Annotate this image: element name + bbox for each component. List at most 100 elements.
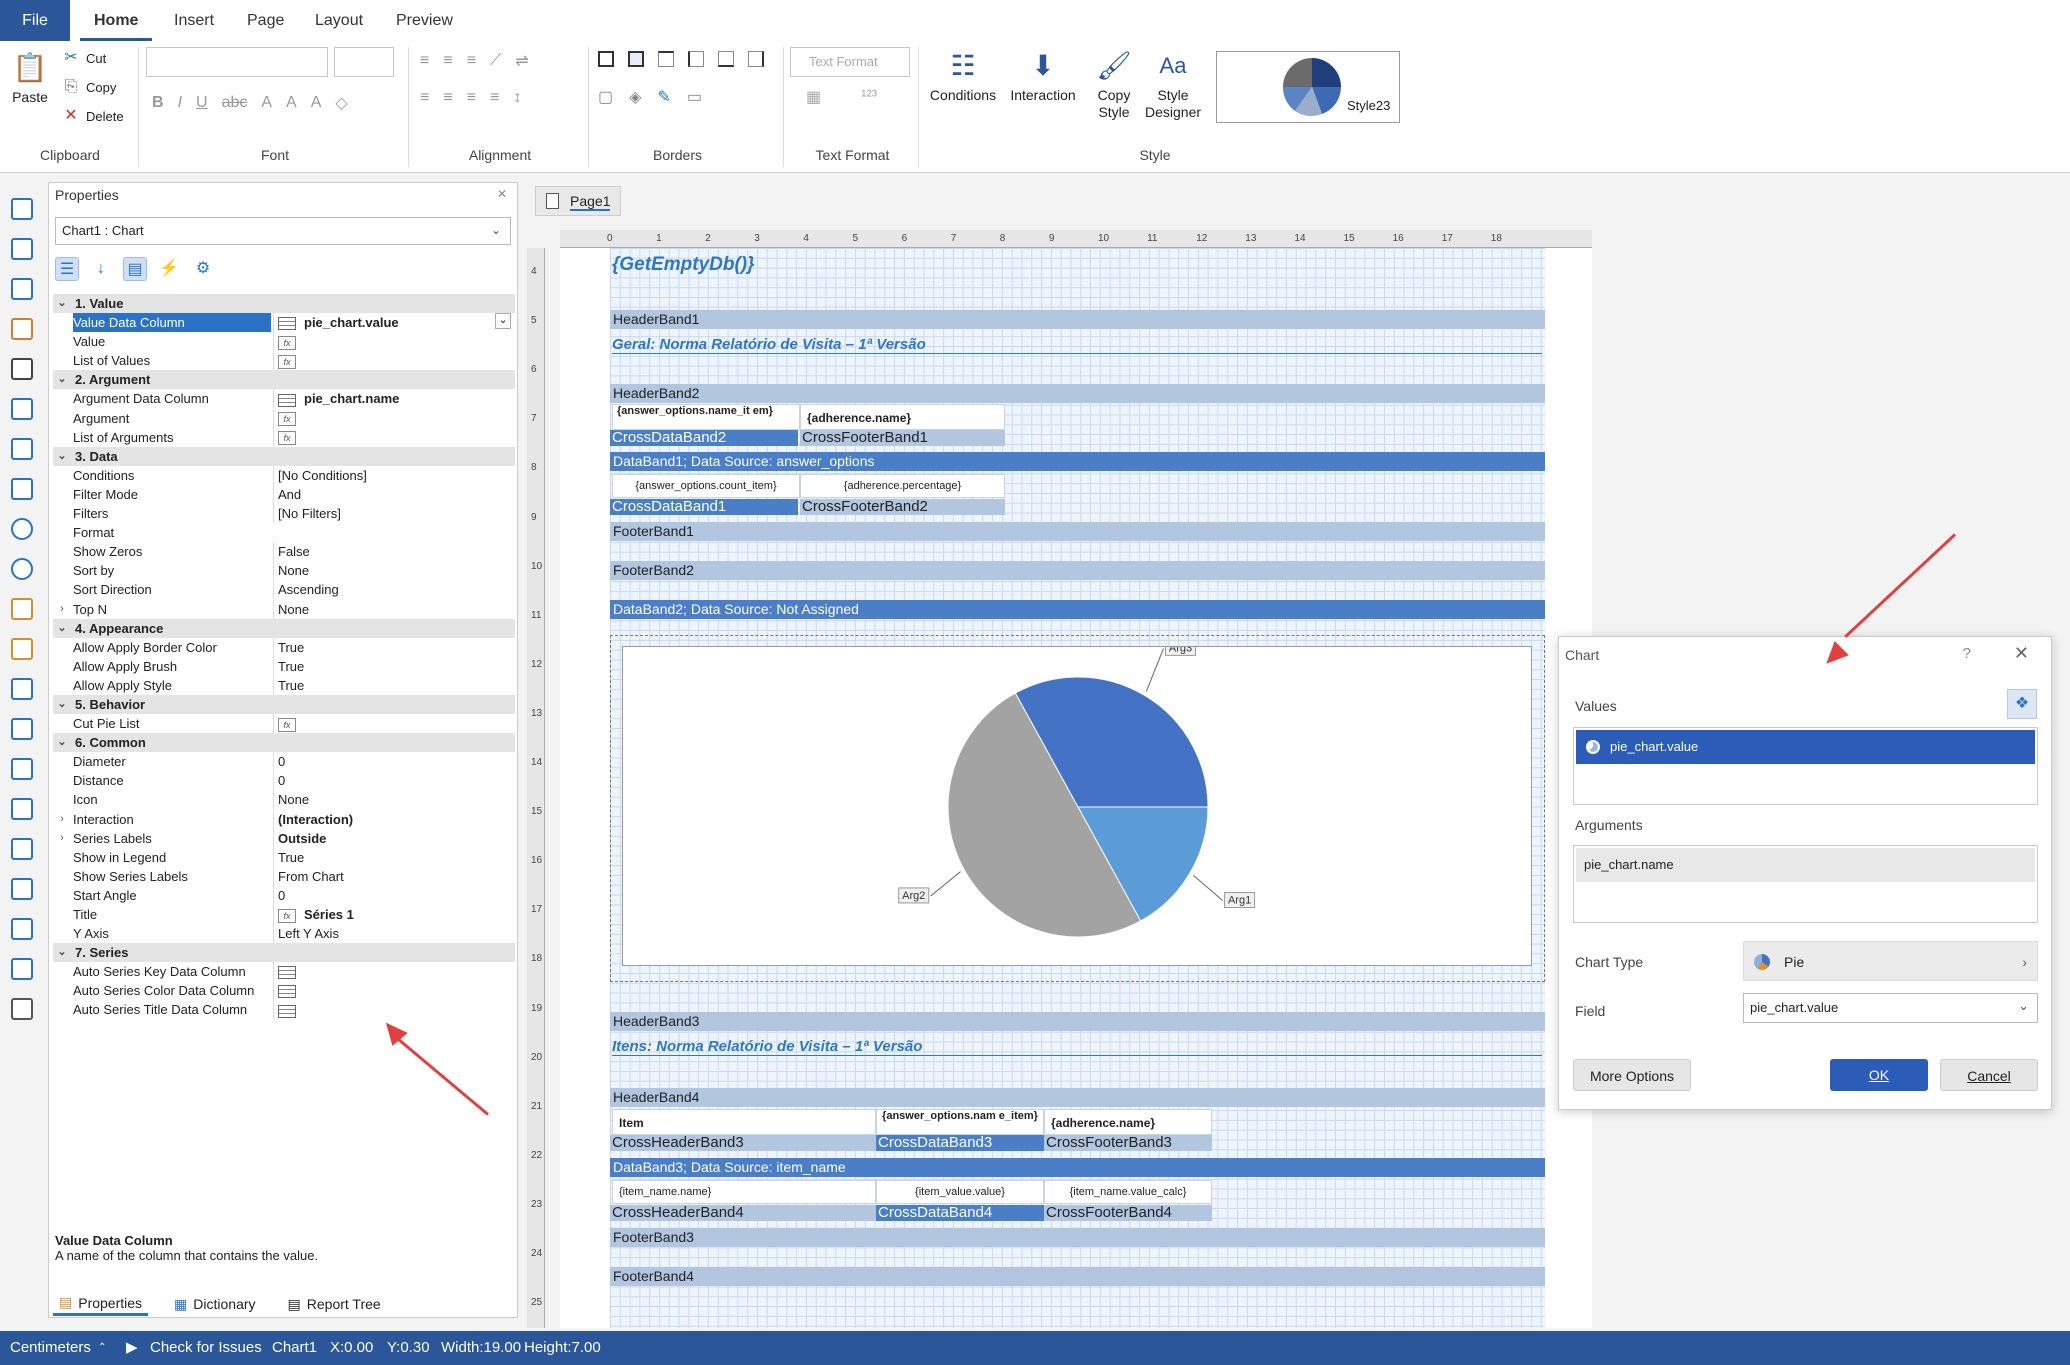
property-row[interactable]: Argument fx	[53, 408, 515, 428]
property-row[interactable]: Auto Series Color Data Column	[53, 981, 515, 1001]
tab-page[interactable]: Page	[233, 0, 298, 41]
cross-header-band-4[interactable]: CrossHeaderBand4	[610, 1205, 876, 1221]
cross-footer-band-2[interactable]: CrossFooterBand2	[800, 499, 1005, 515]
header-band-1[interactable]: HeaderBand1	[610, 310, 1545, 329]
data-band-2[interactable]: DataBand2; Data Source: Not Assigned	[610, 600, 1545, 619]
conditions-button[interactable]: ☷ Conditions	[928, 49, 998, 104]
field-select[interactable]: pie_chart.value ⌄	[1743, 993, 2038, 1023]
toolbox-clone-icon[interactable]	[11, 838, 33, 860]
property-value[interactable]: True	[273, 675, 515, 695]
cross-footer-band-3[interactable]: CrossFooterBand3	[1044, 1135, 1212, 1151]
more-options-button[interactable]: More Options	[1573, 1059, 1691, 1091]
report-title-text[interactable]: {GetEmptyDb()}	[612, 254, 755, 276]
align-right-icon[interactable]: ≡	[467, 89, 476, 107]
collapse-icon[interactable]: ⌄	[55, 294, 69, 313]
expression-icon[interactable]: fx	[278, 717, 296, 732]
text-format-field[interactable]: Text Format	[790, 47, 910, 77]
toolbox-map-icon[interactable]	[11, 558, 33, 580]
data-column-icon[interactable]	[278, 317, 296, 331]
property-row[interactable]: List of Arguments fx	[53, 427, 515, 447]
property-value[interactable]: None	[273, 790, 515, 810]
property-row[interactable]: Diameter 0	[53, 752, 515, 772]
collapse-icon[interactable]: ⌄	[55, 619, 69, 638]
tab-properties[interactable]: ▤ Properties	[53, 1292, 149, 1316]
object-selector[interactable]: Chart1 : Chart	[55, 217, 511, 245]
collapse-icon[interactable]: ⌄	[55, 370, 69, 389]
bold-icon[interactable]: B	[152, 94, 164, 112]
toolbox-gauge-icon[interactable]	[11, 518, 33, 540]
property-row[interactable]: Allow Apply Border Color True	[53, 637, 515, 657]
property-value[interactable]: fx	[273, 714, 515, 734]
data-column-icon[interactable]	[278, 966, 296, 980]
property-value[interactable]: fx	[273, 351, 515, 371]
border-color-icon[interactable]: ✎	[657, 87, 670, 107]
property-row[interactable]: Filters [No Filters]	[53, 504, 515, 524]
property-value[interactable]: fx Séries 1	[273, 905, 515, 924]
cell-option-name[interactable]: {answer_options.name_it em}	[612, 404, 800, 430]
font-name-field[interactable]	[146, 47, 328, 77]
expression-icon[interactable]: fx	[278, 431, 296, 446]
fill-color-icon[interactable]: ◈	[629, 87, 641, 107]
property-page-icon[interactable]: ▤	[123, 257, 147, 281]
cross-footer-band-4[interactable]: CrossFooterBand4	[1044, 1205, 1212, 1221]
toolbox-chart-icon[interactable]	[11, 478, 33, 500]
italic-icon[interactable]: I	[178, 94, 182, 112]
data-column-icon[interactable]	[278, 393, 296, 407]
chart-component[interactable]: Arg1 Arg2 Arg3	[622, 639, 1532, 966]
align-top-icon[interactable]: ≡	[420, 52, 429, 70]
property-category[interactable]: ⌄ 2. Argument	[53, 370, 515, 390]
property-row[interactable]: Show Series Labels From Chart	[53, 866, 515, 886]
align-middle-icon[interactable]: ≡	[443, 52, 452, 70]
border-top-icon[interactable]	[658, 51, 674, 67]
border-sides-icon[interactable]: ▢	[598, 87, 613, 107]
word-wrap-icon[interactable]: ⇌	[515, 51, 528, 71]
property-row[interactable]: › Series Labels Outside	[53, 828, 515, 848]
property-row[interactable]: Format	[53, 523, 515, 542]
ok-button[interactable]: OK	[1830, 1059, 1928, 1091]
copy-button[interactable]: ⎘ Copy	[62, 78, 117, 96]
footer-band-4[interactable]: FooterBand4	[610, 1267, 1545, 1286]
cell-item-name[interactable]: {item_name.name}	[612, 1180, 876, 1204]
property-value[interactable]: [No Conditions]	[273, 465, 515, 485]
property-row[interactable]: Filter Mode And	[53, 484, 515, 504]
property-row[interactable]: Conditions [No Conditions]	[53, 465, 515, 485]
data-column-icon[interactable]	[278, 1004, 296, 1018]
copy-style-button[interactable]: 🖌 Copy Style	[1086, 49, 1142, 121]
menu-file[interactable]: File	[0, 0, 70, 41]
tab-dictionary[interactable]: ▦ Dictionary	[168, 1294, 261, 1315]
cell-adherence-name-2[interactable]: {adherence.name}	[1044, 1109, 1212, 1135]
font-size-field[interactable]	[334, 47, 394, 77]
collapse-icon[interactable]: ⌄	[55, 447, 69, 466]
toolbox-shape-icon[interactable]	[11, 438, 33, 460]
property-value[interactable]: Left Y Axis	[273, 924, 515, 944]
property-row[interactable]: Y Axis Left Y Axis	[53, 924, 515, 944]
format-currency-icon[interactable]: ▦	[806, 87, 821, 107]
line-spacing-icon[interactable]: ↕	[513, 89, 521, 107]
style-designer-button[interactable]: Aa Style Designer	[1142, 49, 1204, 121]
rotate-text-icon[interactable]: ⟋	[490, 52, 501, 70]
cell-item-value[interactable]: {item_value.value}	[876, 1180, 1044, 1204]
footer-band-2[interactable]: FooterBand2	[610, 561, 1545, 580]
expression-icon[interactable]: fx	[278, 354, 296, 369]
toolbox-picture-icon[interactable]	[11, 958, 33, 980]
cross-data-band-4[interactable]: CrossDataBand4	[876, 1205, 1044, 1221]
expression-icon[interactable]: fx	[278, 412, 296, 427]
cross-footer-band-1[interactable]: CrossFooterBand1	[800, 430, 1005, 446]
property-value[interactable]: Outside	[273, 828, 515, 848]
property-value[interactable]: True	[273, 637, 515, 657]
expand-icon[interactable]: ›	[55, 810, 69, 829]
align-center-icon[interactable]: ≡	[443, 89, 452, 107]
property-category[interactable]: ⌄ 4. Appearance	[53, 618, 515, 638]
justify-icon[interactable]: ≡	[490, 89, 499, 107]
property-row[interactable]: Auto Series Key Data Column	[53, 962, 515, 982]
items-title-text[interactable]: Itens: Norma Relatório de Visita – 1ª Ve…	[612, 1038, 1542, 1056]
cross-data-band-3[interactable]: CrossDataBand3	[876, 1135, 1044, 1151]
header-band-2[interactable]: HeaderBand2	[610, 384, 1545, 403]
toolbox-panel-icon[interactable]	[11, 758, 33, 780]
property-row[interactable]: Cut Pie List fx	[53, 714, 515, 734]
interaction-button[interactable]: ⬇ Interaction	[1008, 49, 1078, 104]
property-category[interactable]: ⌄ 6. Common	[53, 733, 515, 753]
data-band-1[interactable]: DataBand1; Data Source: answer_options	[610, 452, 1545, 471]
toolbox-richtext-icon[interactable]	[11, 718, 33, 740]
cell-adherence-name[interactable]: {adherence.name}	[800, 404, 1005, 430]
